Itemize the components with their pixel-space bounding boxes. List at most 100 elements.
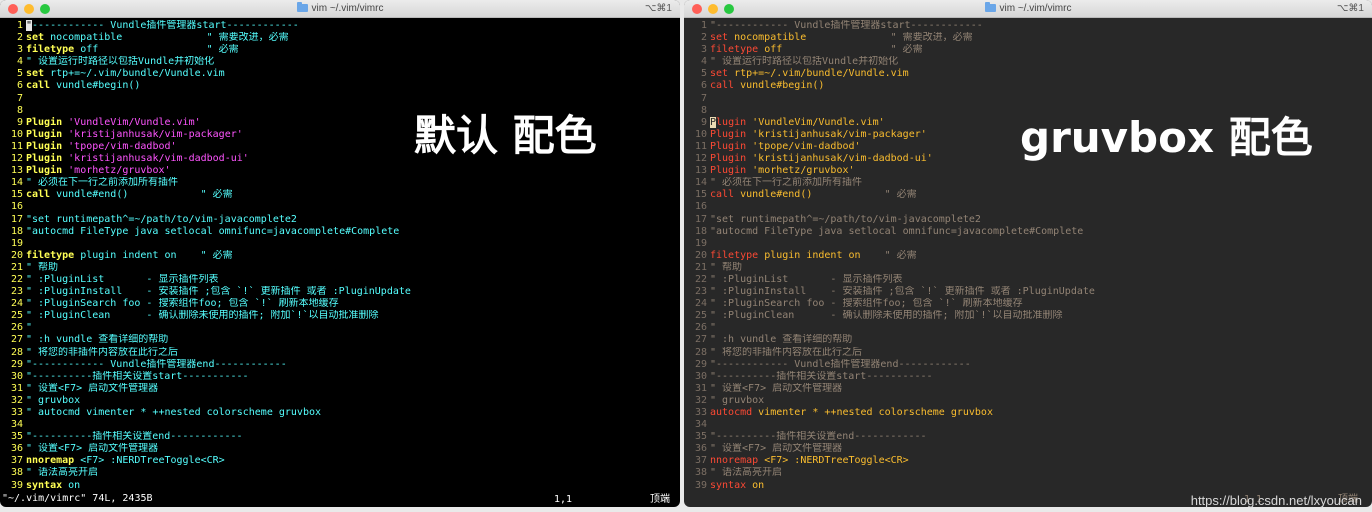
code-line[interactable]: 30 "----------插件相关设置start----------- [2,371,680,383]
code-line[interactable]: 22 " :PluginList - 显示插件列表 [2,274,680,286]
code-token: nnoremap [710,455,759,467]
title-bar[interactable]: vim ~/.vim/vimrc ⌥⌘1 [684,0,1372,18]
code-line[interactable]: 4 " 设置运行时路径以包括Vundle并初始化 [686,56,1372,68]
code-line[interactable]: 14 " 必须在下一行之前添加所有插件 [2,177,680,189]
code-line[interactable]: 39 syntax on [686,480,1372,492]
code-line[interactable]: 13 Plugin 'morhetz/gruvbox' [686,165,1372,177]
code-line[interactable]: 33 " autocmd vimenter * ++nested colorsch… [2,407,680,419]
code-line[interactable]: 5 set rtp+=~/.vim/bundle/Vundle.vim [686,68,1372,80]
code-line[interactable]: 21 " 帮助 [686,262,1372,274]
code-line[interactable]: 7 [686,93,1372,105]
code-token: rtp+=~/.vim/bundle/Vundle.vim [728,68,909,80]
window-title: vim ~/.vim/vimrc [0,2,680,14]
code-line[interactable]: 31 " 设置<F7> 启动文件管理器 [686,383,1372,395]
code-line[interactable]: 24 " :PluginSearch foo - 搜索组件foo; 包含 `!` … [686,298,1372,310]
code-line[interactable]: 37 nnoremap <F7> :NERDTreeToggle<CR> [2,455,680,467]
code-line[interactable]: 32 " gruvbox [2,395,680,407]
code-line[interactable]: 25 " :PluginClean - 确认删除未使用的插件; 附加`!`以自动批… [686,310,1372,322]
code-line[interactable]: 36 " 设置<F7> 启动文件管理器 [686,443,1372,455]
code-line[interactable]: 15 call vundle#end() " 必需 [686,189,1372,201]
code-line[interactable]: 19 [686,238,1372,250]
line-number: 33 [694,407,707,418]
code-line[interactable]: 18 "autocmd FileType java setlocal omnifu… [686,226,1372,238]
code-line[interactable]: 38 " 语法高亮开启 [686,467,1372,479]
code-line[interactable]: 20 filetype plugin indent on " 必需 [686,250,1372,262]
code-line[interactable]: 19 [2,238,680,250]
code-buffer[interactable]: 1 "------------ Vundle插件管理器start---------… [684,20,1372,492]
code-line[interactable]: 34 [2,419,680,431]
code-line[interactable]: 26 " [686,322,1372,334]
code-line[interactable]: 18 "autocmd FileType java setlocal omnifu… [2,226,680,238]
line-number: 37 [10,455,23,467]
code-line[interactable]: 29 "------------ Vundle插件管理器end----------… [686,359,1372,371]
code-line[interactable]: 13 Plugin 'morhetz/gruvbox' [2,165,680,177]
code-line[interactable]: 27 " :h vundle 查看详细的帮助 [686,334,1372,346]
code-line[interactable]: 24 " :PluginSearch foo - 搜索组件foo; 包含 `!` … [2,298,680,310]
code-line[interactable]: 34 [686,419,1372,431]
code-line[interactable]: 17 "set runtimepath^=~/path/to/vim-javaco… [686,214,1372,226]
code-line[interactable]: 17 "set runtimepath^=~/path/to/vim-javaco… [2,214,680,226]
line-number: 39 [694,479,707,491]
code-token: " 设置运行时路径以包括Vundle并初始化 [26,56,215,68]
code-line[interactable]: 16 [2,201,680,213]
line-number: 24 [694,298,707,310]
code-token: 'tpope/vim-dadbod' [752,140,861,152]
code-line[interactable]: 37 nnoremap <F7> :NERDTreeToggle<CR> [686,455,1372,467]
code-line[interactable]: 23 " :PluginInstall - 安装插件 ;包含 `!` 更新插件 或… [686,286,1372,298]
code-line[interactable]: 28 " 将您的非插件内容放在此行之后 [2,347,680,359]
window-title: vim ~/.vim/vimrc [684,2,1372,14]
code-line[interactable]: 38 " 语法高亮开启 [2,467,680,479]
code-token: " 将您的非插件内容放在此行之后 [26,346,179,358]
code-token: " [710,322,717,334]
code-line[interactable]: 31 " 设置<F7> 启动文件管理器 [2,383,680,395]
code-line[interactable]: 35 "----------插件相关设置end------------ [2,431,680,443]
vim-window-default[interactable]: vim ~/.vim/vimrc ⌥⌘1 1 "------------ Vund… [0,0,680,507]
code-line[interactable]: 1 "------------ Vundle插件管理器start---------… [686,20,1372,32]
code-line[interactable]: 35 "----------插件相关设置end------------ [686,431,1372,443]
code-token: autocmd [710,407,753,418]
code-line[interactable]: 4 " 设置运行时路径以包括Vundle并初始化 [2,56,680,68]
code-line[interactable]: 23 " :PluginInstall - 安装插件 ;包含 `!` 更新插件 或… [2,286,680,298]
code-line[interactable]: 26 " [2,322,680,334]
editor-area[interactable]: 1 "------------ Vundle插件管理器start---------… [0,20,680,507]
code-line[interactable]: 33 autocmd vimenter * ++nested colorschem… [686,407,1372,419]
code-line[interactable]: 3 filetype off " 必需 [686,44,1372,56]
code-line[interactable]: 5 set rtp+=~/.vim/bundle/Vundle.vim [2,68,680,80]
editor-area[interactable]: 1 "------------ Vundle插件管理器start---------… [684,20,1372,507]
code-token: " 设置<F7> 启动文件管理器 [710,382,843,394]
code-line[interactable]: 16 [686,201,1372,213]
title-bar[interactable]: vim ~/.vim/vimrc ⌥⌘1 [0,0,680,18]
code-line[interactable]: 2 set nocompatible " 需要改进，必需 [686,32,1372,44]
vim-window-gruvbox[interactable]: vim ~/.vim/vimrc ⌥⌘1 1 "------------ Vund… [684,0,1372,507]
code-line[interactable]: 36 " 设置<F7> 启动文件管理器 [2,443,680,455]
code-line[interactable]: 14 " 必须在下一行之前添加所有插件 [686,177,1372,189]
code-line[interactable]: 32 " gruvbox [686,395,1372,407]
code-line[interactable]: 39 syntax on [2,480,680,492]
line-number: 34 [694,419,707,431]
code-line[interactable]: 27 " :h vundle 查看详细的帮助 [2,334,680,346]
code-line[interactable]: 21 " 帮助 [2,262,680,274]
code-line[interactable]: 3 filetype off " 必需 [2,44,680,56]
line-number: 17 [694,213,707,225]
code-line[interactable]: 15 call vundle#end() " 必需 [2,189,680,201]
code-line[interactable]: 28 " 将您的非插件内容放在此行之后 [686,347,1372,359]
code-token: "------------ Vundle插件管理器end------------ [26,358,287,370]
code-line[interactable]: 2 set nocompatible " 需要改进，必需 [2,32,680,44]
code-buffer[interactable]: 1 "------------ Vundle插件管理器start---------… [0,20,680,492]
code-token: nocompatible [728,32,879,44]
code-line[interactable]: 22 " :PluginList - 显示插件列表 [686,274,1372,286]
code-line[interactable]: 6 call vundle#begin() [2,80,680,92]
code-line[interactable]: 30 "----------插件相关设置start----------- [686,371,1372,383]
code-line[interactable]: 29 "------------ Vundle插件管理器end----------… [2,359,680,371]
code-token: "----------插件相关设置start----------- [26,370,249,382]
code-token: 'tpope/vim-dadbod' [68,140,177,152]
line-number: 10 [694,128,707,140]
code-token: vimenter * ++nested colorscheme gruvbox [752,407,993,418]
code-line[interactable]: 20 filetype plugin indent on " 必需 [2,250,680,262]
code-line[interactable]: 25 " :PluginClean - 确认删除未使用的插件; 附加`!`以自动批… [2,310,680,322]
line-number: 3 [700,44,707,56]
code-line[interactable]: 1 "------------ Vundle插件管理器start---------… [2,20,680,32]
code-token: ------------ Vundle插件管理器start-----------… [32,20,299,31]
line-number: 5 [700,68,707,80]
code-line[interactable]: 6 call vundle#begin() [686,80,1372,92]
